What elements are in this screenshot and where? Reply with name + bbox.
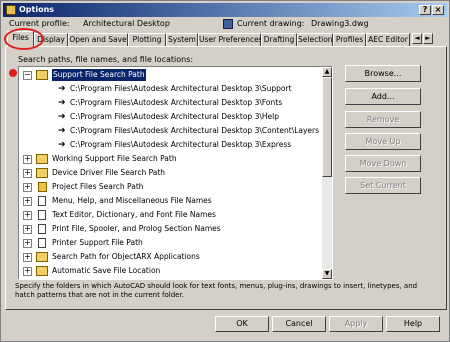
remove-button[interactable]: Remove	[345, 111, 421, 128]
tree-item-support-file-search-path[interactable]: − Support File Search Path	[19, 69, 323, 81]
tab-aec-editor[interactable]: AEC Editor	[366, 33, 410, 46]
collapse-icon[interactable]: −	[23, 71, 32, 80]
arrow-icon: ➔	[58, 126, 66, 136]
folder-icon	[36, 266, 48, 276]
tree-heading: Search paths, file names, and file locat…	[18, 55, 194, 64]
current-profile-value: Architectural Desktop	[83, 19, 170, 28]
file-tree[interactable]: − Support File Search Path ➔ C:\Program …	[18, 66, 333, 280]
description-text: Specify the folders in which AutoCAD sho…	[15, 282, 418, 299]
tree-item-working-support[interactable]: + Working Support File Search Path	[19, 153, 323, 165]
cancel-button[interactable]: Cancel	[272, 316, 326, 332]
tab-plotting[interactable]: Plotting	[128, 33, 166, 46]
tree-item-label: Text Editor, Dictionary, and Font File N…	[52, 210, 216, 219]
arrow-icon: ➔	[58, 84, 66, 94]
move-down-button[interactable]: Move Down	[345, 155, 421, 172]
tab-scroll-left-icon[interactable]: ◄	[412, 33, 422, 44]
tree-subitem[interactable]: ➔ C:\Program Files\Autodesk Architectura…	[19, 111, 323, 123]
tree-item-label: C:\Program Files\Autodesk Architectural …	[70, 84, 292, 93]
expand-icon[interactable]: +	[23, 225, 32, 234]
tab-profiles[interactable]: Profiles	[333, 33, 366, 46]
tree-subitem[interactable]: ➔ C:\Program Files\Autodesk Architectura…	[19, 83, 323, 95]
document-icon	[38, 224, 46, 234]
tree-subitem[interactable]: ➔ C:\Program Files\Autodesk Architectura…	[19, 139, 323, 151]
apply-button[interactable]: Apply	[329, 316, 383, 332]
arrow-icon: ➔	[58, 140, 66, 150]
tree-item-label: Support File Search Path	[52, 69, 146, 81]
document-icon	[38, 238, 46, 248]
tree-scrollbar[interactable]: ▲ ▼	[322, 67, 332, 279]
browse-button[interactable]: Browse...	[345, 65, 421, 82]
app-icon	[6, 5, 16, 15]
move-up-button[interactable]: Move Up	[345, 133, 421, 150]
document-icon	[38, 210, 46, 220]
scroll-down-icon[interactable]: ▼	[322, 269, 332, 279]
folder-icon	[36, 252, 48, 262]
tree-item-device-driver[interactable]: + Device Driver File Search Path	[19, 167, 323, 179]
tree-item-label: C:\Program Files\Autodesk Architectural …	[70, 98, 283, 107]
close-icon[interactable]: ×	[432, 5, 444, 15]
expand-icon[interactable]: +	[23, 239, 32, 248]
tab-user-preferences[interactable]: User Preferences	[198, 33, 263, 46]
tree-item-label: Search Path for ObjectARX Applications	[52, 252, 200, 261]
tree-item-print-file[interactable]: + Print File, Spooler, and Prolog Sectio…	[19, 223, 323, 235]
title-bar[interactable]: Options ? ×	[3, 3, 447, 17]
tab-system[interactable]: System	[166, 33, 198, 46]
expand-icon[interactable]: +	[23, 197, 32, 206]
tree-item-label: C:\Program Files\Autodesk Architectural …	[70, 112, 279, 121]
ok-button[interactable]: OK	[215, 316, 269, 332]
expand-icon[interactable]: +	[23, 211, 32, 220]
folder-icon	[36, 168, 48, 178]
tab-selection[interactable]: Selection	[297, 33, 333, 46]
project-icon	[38, 182, 47, 192]
tree-item-menu-help-files[interactable]: + Menu, Help, and Miscellaneous File Nam…	[19, 195, 323, 207]
tree-item-project-files[interactable]: + Project Files Search Path	[19, 181, 323, 193]
options-dialog: Options ? × Current profile: Architectur…	[0, 0, 450, 342]
expand-icon[interactable]: +	[23, 253, 32, 262]
scroll-up-icon[interactable]: ▲	[322, 67, 332, 77]
tab-drafting[interactable]: Drafting	[261, 33, 297, 46]
arrow-icon: ➔	[58, 112, 66, 122]
profile-row: Current profile: Architectural Desktop C…	[1, 18, 450, 32]
scroll-thumb[interactable]	[322, 77, 332, 177]
annotation-circle	[4, 28, 44, 50]
tree-item-printer-support[interactable]: + Printer Support File Path	[19, 237, 323, 249]
drawing-icon	[223, 19, 233, 29]
help-button[interactable]: ?	[419, 5, 431, 15]
current-drawing-value: Drawing3.dwg	[311, 19, 369, 28]
tree-item-label: C:\Program Files\Autodesk Architectural …	[70, 126, 320, 135]
help-bottom-button[interactable]: Help	[386, 316, 440, 332]
set-current-button[interactable]: Set Current	[345, 177, 421, 194]
tree-item-label: Project Files Search Path	[52, 182, 144, 191]
tree-item-objectarx[interactable]: + Search Path for ObjectARX Applications	[19, 251, 323, 263]
tree-item-label: Menu, Help, and Miscellaneous File Names	[52, 196, 212, 205]
tree-item-autosave[interactable]: + Automatic Save File Location	[19, 265, 323, 277]
tree-item-label: C:\Program Files\Autodesk Architectural …	[70, 140, 292, 149]
window-title: Options	[19, 5, 55, 14]
document-icon	[38, 196, 46, 206]
tree-subitem[interactable]: ➔ C:\Program Files\Autodesk Architectura…	[19, 97, 323, 109]
tab-open-and-save[interactable]: Open and Save	[68, 33, 128, 46]
arrow-icon: ➔	[58, 98, 66, 108]
expand-icon[interactable]: +	[23, 169, 32, 178]
add-button[interactable]: Add...	[345, 88, 421, 105]
expand-icon[interactable]: +	[23, 155, 32, 164]
annotation-dot	[9, 69, 17, 77]
expand-icon[interactable]: +	[23, 183, 32, 192]
tree-item-label: Automatic Save File Location	[52, 266, 161, 275]
tree-subitem[interactable]: ➔ C:\Program Files\Autodesk Architectura…	[19, 125, 323, 137]
tab-strip: Files Display Open and Save Plotting Sys…	[5, 31, 449, 47]
tree-item-label: Working Support File Search Path	[52, 154, 177, 163]
tree-item-text-editor[interactable]: + Text Editor, Dictionary, and Font File…	[19, 209, 323, 221]
tree-item-label: Print File, Spooler, and Prolog Section …	[52, 224, 221, 233]
folder-icon	[36, 154, 48, 164]
folder-icon	[36, 70, 48, 80]
tree-item-label: Device Driver File Search Path	[52, 168, 166, 177]
current-drawing-label: Current drawing:	[237, 19, 305, 28]
tree-item-label: Printer Support File Path	[52, 238, 143, 247]
expand-icon[interactable]: +	[23, 267, 32, 276]
tab-scroll-right-icon[interactable]: ►	[423, 33, 433, 44]
